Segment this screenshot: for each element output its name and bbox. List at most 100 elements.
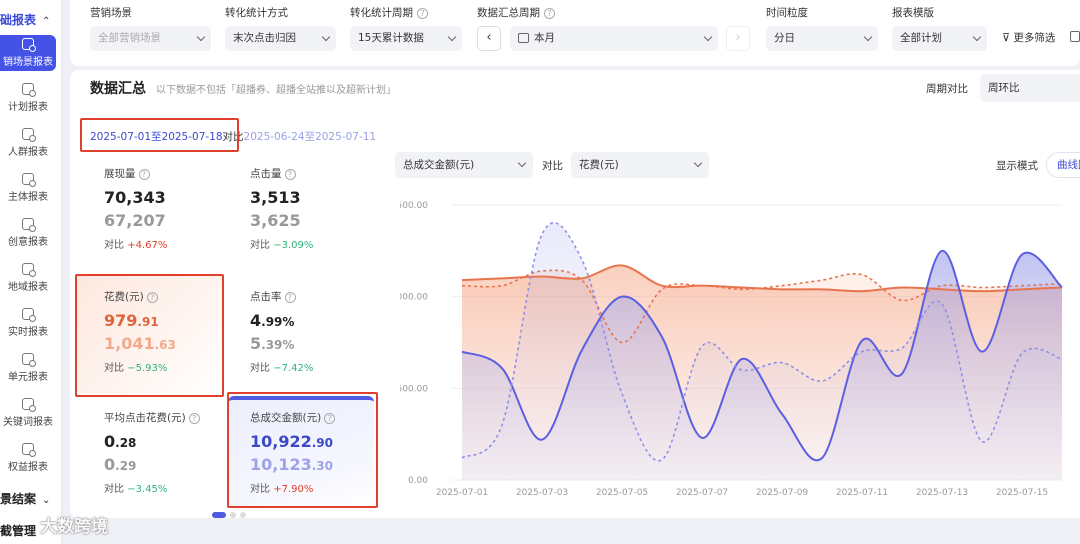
help-icon[interactable]: ? [188,412,200,424]
sidebar-section-label: 景结案 [0,492,37,506]
highlight-box [227,392,378,508]
sidebar-item-region-report[interactable]: 地域报表 [0,260,56,296]
pagination-dots[interactable] [212,508,250,521]
metric-change: −7.42% [273,363,314,374]
metric-previous-value: 67,207 [104,211,166,230]
help-icon[interactable]: ? [284,168,296,180]
sidebar-item-realtime-report[interactable]: 实时报表 [0,305,56,341]
help-icon[interactable]: ? [138,168,150,180]
sidebar-item-unit-report[interactable]: 单元报表 [0,350,56,386]
display-mode-toggle[interactable]: 曲线图 [1046,152,1080,178]
summary-filter-label: 数据汇总周期? [477,5,555,20]
sidebar-section-scene[interactable]: 景结案 ⌄ [0,490,50,507]
x-tick-label: 2025-07-13 [916,488,968,498]
conversion-select[interactable]: 末次点击归因 [225,26,336,51]
summary-period-select[interactable]: 本月 [510,26,718,51]
help-icon[interactable]: ? [544,7,555,19]
metric-cpc[interactable]: 平均点击花费(元)? 0.28 0.29 对比 −3.45% [104,410,234,495]
chevron-down-icon [447,32,457,42]
sidebar-item-label: 创意报表 [8,237,48,248]
x-tick-label: 2025-07-05 [596,488,648,498]
y-tick-label: 1500.00 [400,201,428,211]
report-icon [22,353,36,367]
sidebar-item-benefit-report[interactable]: 权益报表 [0,440,56,476]
previous-range: 2025-06-24至2025-07-11 [243,131,377,143]
chart-vs-label: 对比 [542,160,563,172]
sidebar-item-plan-report[interactable]: 计划报表 [0,80,56,116]
y-tick-label: 500.00 [400,384,428,394]
x-tick-label: 2025-07-09 [756,488,809,498]
report-icon [22,263,36,277]
metric-impressions[interactable]: 展现量? 70,343 67,207 对比 +4.67% [104,166,234,251]
sidebar-item-audience-report[interactable]: 人群报表 [0,125,56,161]
sidebar-item-subject-report[interactable]: 主体报表 [0,170,56,206]
panel-subtitle: 以下数据不包括「超播券、超播全站推以及超新计划」 [156,85,396,96]
filter-bar: 营销场景 全部营销场景 转化统计方式 末次点击归因 转化统计周期? 15天累计数… [70,0,1080,66]
chevron-up-icon: ⌃ [42,16,51,27]
chevron-down-icon [517,158,527,168]
cycle-compare-select[interactable]: 周环比 [980,74,1080,102]
chart-metric-b-select[interactable]: 花费(元) [571,152,709,178]
chevron-down-icon [693,158,703,168]
display-mode-label: 显示模式 [996,160,1038,172]
chevron-down-icon [972,32,982,42]
sidebar-item-label: 主体报表 [8,192,48,203]
report-icon [22,173,36,187]
calendar-icon [518,33,529,43]
page-title: 数据汇总 [90,81,146,97]
x-tick-label: 2025-07-03 [516,488,568,498]
next-period-button[interactable]: › [726,26,750,51]
more-filters-label: 更多筛选 [1013,32,1056,44]
chevron-down-icon [703,32,713,42]
sidebar: 础报表 ⌃ 销场景报表 计划报表 人群报表 主体报表 创意报表 地域报表 实时报表… [0,0,62,544]
metric-current-value: 70,343 [104,188,166,207]
sidebar-item-label: 地域报表 [8,282,48,293]
metric-change: +4.67% [127,240,168,251]
chevron-down-icon [196,32,206,42]
x-tick-label: 2025-07-11 [836,488,888,498]
granularity-select[interactable]: 分日 [766,26,878,51]
metric-ctr[interactable]: 点击率? 4.99% 5.39% 对比 −7.42% [250,289,380,374]
y-tick-label: 1000.00 [400,293,428,303]
conversion-filter-label: 转化统计方式 [225,7,288,19]
sidebar-item-creative-report[interactable]: 创意报表 [0,215,56,251]
sidebar-item-label: 销场景报表 [3,57,53,68]
export-icon[interactable] [1070,31,1080,42]
metric-clicks[interactable]: 点击量? 3,513 3,625 对比 −3.09% [250,166,380,251]
x-tick-label: 2025-07-01 [436,488,488,498]
sidebar-section-label: 础报表 [0,13,37,27]
metric-change: −3.45% [127,484,168,495]
help-icon[interactable]: ? [417,7,428,19]
sidebar-section-manage[interactable]: 截管理 [0,522,36,539]
chevron-down-icon: ⌄ [42,495,51,506]
watermark: 大数跨境 [40,517,108,537]
sidebar-item-keyword-report[interactable]: 关键词报表 [0,395,56,431]
report-icon [22,398,36,412]
prev-period-button[interactable]: ‹ [477,26,501,51]
sidebar-item-label: 关键词报表 [3,417,53,428]
template-select[interactable]: 全部计划 [892,26,987,51]
report-icon [22,308,36,322]
sidebar-item-scene-report[interactable]: 销场景报表 [0,35,56,71]
chart-metric-a-select[interactable]: 总成交金额(元) [395,152,533,178]
metric-previous-value: 5.39% [250,334,295,353]
more-filters-button[interactable]: ⊽ 更多筛选 [1002,30,1055,45]
sidebar-section-basic-reports[interactable]: 础报表 ⌃ [0,11,50,28]
metric-current-value: 0.28 [104,432,137,451]
chevron-down-icon [321,32,331,42]
sidebar-item-label: 人群报表 [8,147,48,158]
highlight-box [80,118,239,152]
report-icon [22,443,36,457]
cycle-select[interactable]: 15天累计数据 [350,26,462,51]
filter-icon: ⊽ [1002,31,1011,44]
scene-filter-label: 营销场景 [90,7,132,19]
help-icon[interactable]: ? [284,291,296,303]
line-chart: 0.00 500.00 1000.00 1500.00 2025-07-01 2025-… [400,201,1063,498]
x-tick-label: 2025-07-15 [996,488,1048,498]
cycle-filter-label: 转化统计周期? [350,5,428,20]
highlight-box [75,274,224,397]
template-filter-label: 报表模版 [892,7,934,19]
x-tick-label: 2025-07-07 [676,488,728,498]
scene-select[interactable]: 全部营销场景 [90,26,211,51]
report-icon [22,128,36,142]
